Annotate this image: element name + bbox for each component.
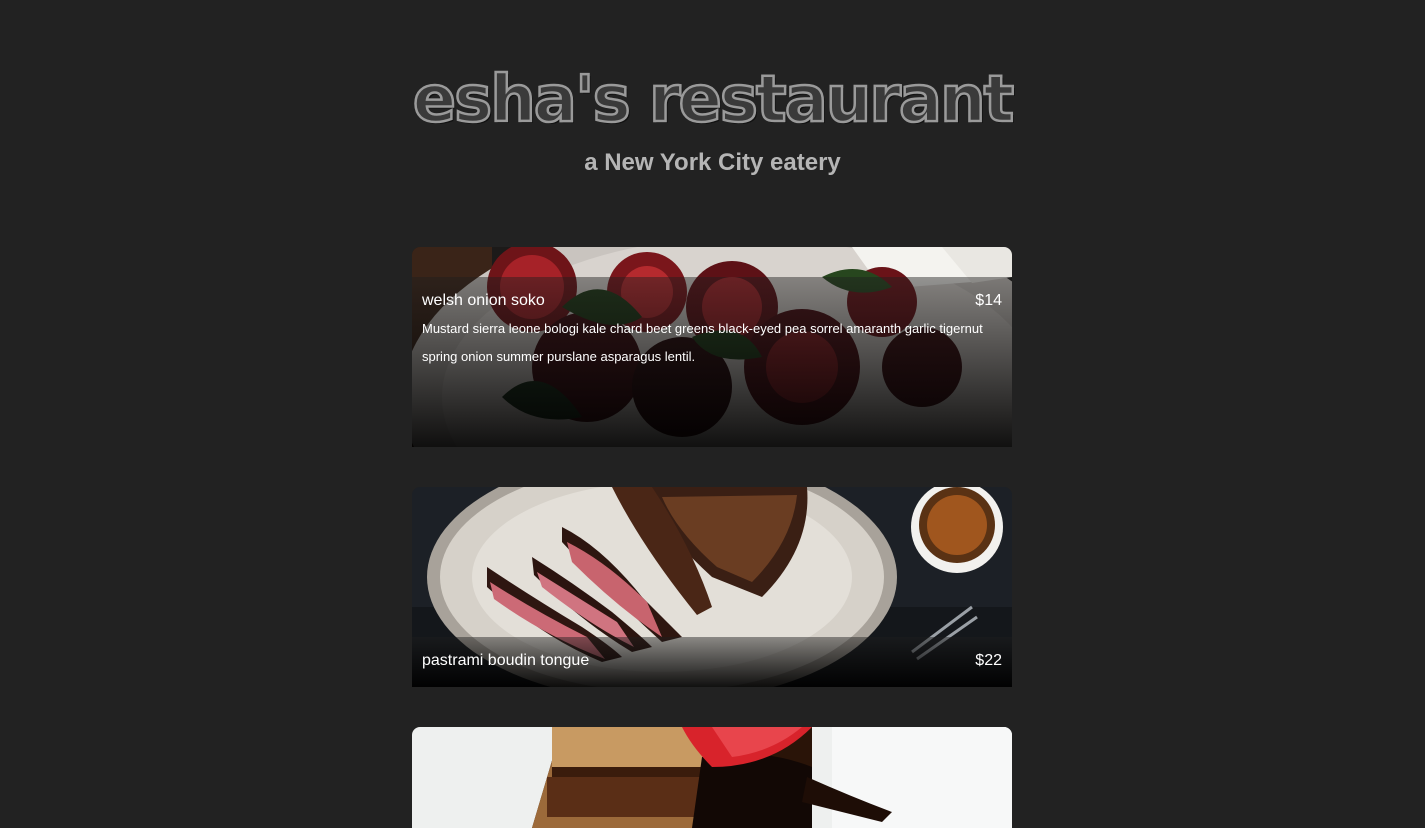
- menu-list: welsh onion soko $14 Mustard sierra leon…: [412, 247, 1012, 828]
- chocolate-cake-photo: [412, 727, 1012, 828]
- menu-item-info: welsh onion soko $14 Mustard sierra leon…: [412, 277, 1012, 447]
- menu-item-card[interactable]: pastrami boudin tongue $22: [412, 487, 1012, 687]
- restaurant-tagline: a New York City eatery: [584, 149, 841, 176]
- dish-price: $22: [975, 652, 1002, 669]
- dish-price: $14: [975, 292, 1002, 309]
- dish-name: pastrami boudin tongue: [422, 652, 590, 669]
- dish-description: Mustard sierra leone bologi kale chard b…: [422, 321, 983, 364]
- restaurant-title: esha's restaurant: [411, 62, 1015, 138]
- menu-item-info: pastrami boudin tongue $22: [412, 637, 1012, 687]
- dish-name: welsh onion soko: [422, 292, 545, 309]
- menu-item-card[interactable]: welsh onion soko $14 Mustard sierra leon…: [412, 247, 1012, 447]
- menu-item-card[interactable]: [412, 727, 1012, 828]
